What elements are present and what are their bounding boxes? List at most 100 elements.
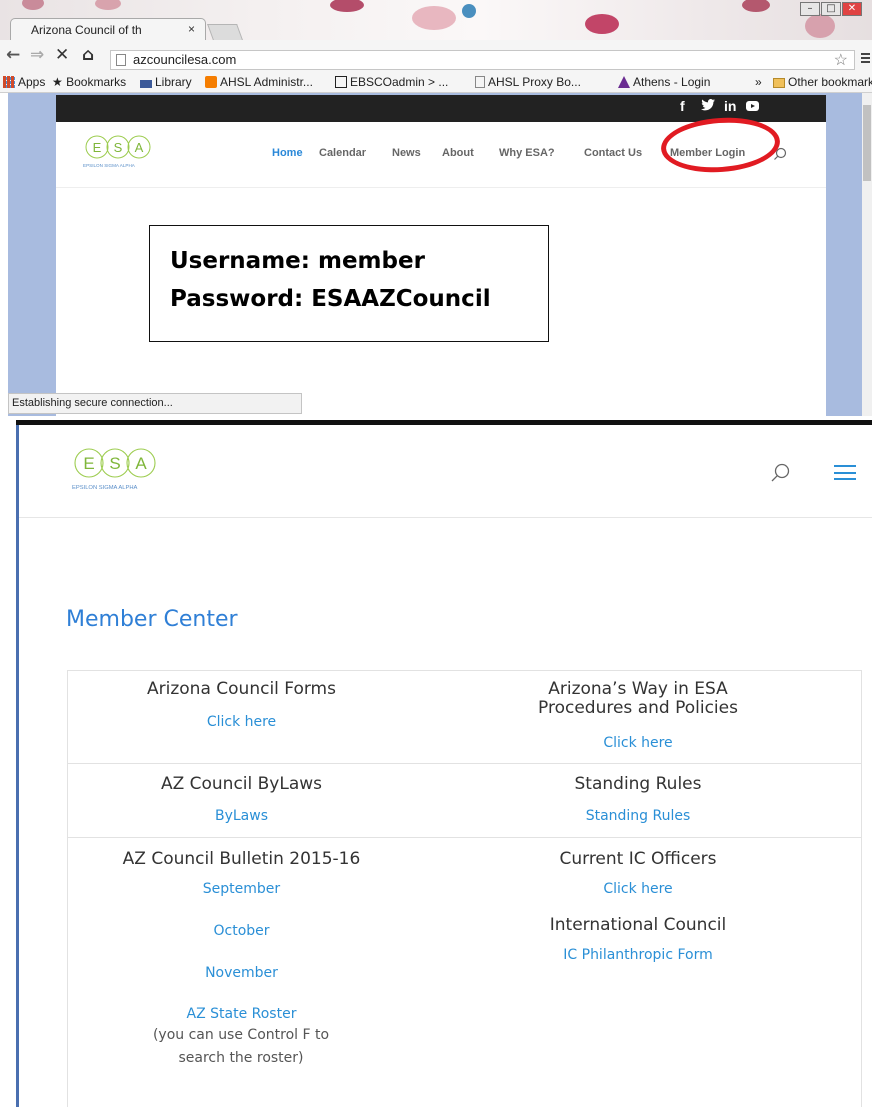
bookmark-bookmarks[interactable]: ★ Bookmarks xyxy=(52,75,126,89)
new-tab-button[interactable] xyxy=(207,24,243,40)
page-icon xyxy=(116,54,126,66)
logo-letter: S xyxy=(109,454,120,473)
bookmark-star-icon[interactable]: ☆ xyxy=(834,50,848,70)
page-title: Member Center xyxy=(66,607,238,632)
philanthropic-form-link[interactable]: IC Philanthropic Form xyxy=(468,947,808,963)
officers-link[interactable]: Click here xyxy=(468,881,808,897)
nav-news[interactable]: News xyxy=(392,147,421,159)
linkedin-icon[interactable]: in xyxy=(724,98,736,114)
bylaws-link[interactable]: ByLaws xyxy=(68,808,415,824)
credentials-box: Username: member Password: ESAAZCouncil xyxy=(149,225,549,342)
bookmark-ahsl-admin[interactable]: AHSL Administr... xyxy=(205,75,313,89)
bookmark-athens[interactable]: Athens - Login xyxy=(618,75,710,89)
toolbar: ← ⇒ ✕ ⌂ azcouncilesa.com ☆ xyxy=(0,40,872,73)
nav-why-esa[interactable]: Why ESA? xyxy=(499,147,555,159)
facebook-icon[interactable]: f xyxy=(680,98,685,114)
forms-heading: Arizona Council Forms xyxy=(147,679,336,699)
ebsco-icon xyxy=(335,76,347,88)
bulletin-november-link[interactable]: November xyxy=(68,965,415,981)
bylaws-heading: AZ Council ByLaws xyxy=(160,774,323,794)
bookmark-label: AHSL Proxy Bo... xyxy=(488,75,581,89)
officers-heading: Current IC Officers xyxy=(559,849,717,869)
bookmark-label: Athens - Login xyxy=(633,75,711,89)
browser-window: Arizona Council of th × – □ ✕ ← ⇒ ✕ ⌂ az… xyxy=(0,0,872,422)
forms-link[interactable]: Click here xyxy=(68,714,415,730)
bookmark-library[interactable]: Library xyxy=(140,75,192,89)
nav-home[interactable]: Home xyxy=(272,147,303,159)
search-icon[interactable] xyxy=(770,463,790,483)
bulletin-september-link[interactable]: September xyxy=(68,881,415,897)
page-scrollbar[interactable] xyxy=(862,93,872,417)
scrollbar-thumb[interactable] xyxy=(863,105,871,181)
logo-caption: EPSILON SIGMA ALPHA xyxy=(72,485,138,491)
bookmark-other[interactable]: Other bookmarks xyxy=(773,75,872,89)
theme-blossom xyxy=(22,0,44,10)
username-text: Username: member xyxy=(170,248,425,274)
tab-close-icon[interactable]: × xyxy=(188,22,195,36)
bookmark-ahsl-proxy[interactable]: AHSL Proxy Bo... xyxy=(475,75,581,89)
mobile-header: E S A EPSILON SIGMA ALPHA xyxy=(19,425,872,518)
row-divider xyxy=(68,763,861,764)
apps-icon xyxy=(3,76,15,88)
nav-contact-us[interactable]: Contact Us xyxy=(584,147,642,159)
tab-title: Arizona Council of th xyxy=(31,23,142,37)
theme-blossom xyxy=(585,14,619,34)
theme-blossom xyxy=(462,4,476,18)
twitter-icon[interactable] xyxy=(701,98,715,114)
tab-strip: Arizona Council of th × – □ ✕ xyxy=(0,0,872,40)
nav-calendar[interactable]: Calendar xyxy=(319,147,366,159)
window-controls: – □ ✕ xyxy=(748,2,866,20)
international-heading: International Council xyxy=(549,915,727,935)
status-bar: Establishing secure connection... xyxy=(8,393,302,414)
ways-link[interactable]: Click here xyxy=(468,735,808,751)
bookmark-label: EBSCOadmin > ... xyxy=(350,75,449,89)
bookmark-apps[interactable]: Apps xyxy=(3,75,45,89)
address-bar[interactable]: azcouncilesa.com ☆ xyxy=(110,50,855,70)
roster-link[interactable]: AZ State Roster xyxy=(68,1006,415,1022)
password-text: Password: ESAAZCouncil xyxy=(170,286,491,312)
bookmark-label: Bookmarks xyxy=(66,75,127,89)
ways-heading: Arizona’s Way in ESA Procedures and Poli… xyxy=(538,679,738,718)
stop-icon[interactable]: ✕ xyxy=(55,45,69,65)
back-icon[interactable]: ← xyxy=(6,45,20,65)
blogger-icon xyxy=(205,76,217,88)
tab-active[interactable]: Arizona Council of th × xyxy=(10,18,206,40)
esa-logo[interactable]: E S A EPSILON SIGMA ALPHA xyxy=(81,133,171,173)
library-icon xyxy=(140,80,152,88)
bookmarks-overflow-icon[interactable]: » xyxy=(755,75,762,89)
rules-heading: Standing Rules xyxy=(574,774,702,794)
page-icon xyxy=(475,76,485,88)
rules-link[interactable]: Standing Rules xyxy=(468,808,808,824)
window-close-icon[interactable]: ✕ xyxy=(842,2,862,16)
star-icon: ★ xyxy=(52,75,67,89)
bookmark-label: Library xyxy=(155,75,192,89)
nav-about[interactable]: About xyxy=(442,147,474,159)
bookmark-ebsco[interactable]: EBSCOadmin > ... xyxy=(335,75,448,89)
bulletin-october-link[interactable]: October xyxy=(68,923,415,939)
roster-note: (you can use Control F to search the ros… xyxy=(152,1027,330,1066)
folder-icon xyxy=(773,78,785,88)
logo-letter: E xyxy=(83,454,94,473)
theme-blossom xyxy=(95,0,121,10)
member-links-table: Arizona Council Forms Click here AZ Coun… xyxy=(67,670,862,1107)
esa-logo[interactable]: E S A EPSILON SIGMA ALPHA xyxy=(70,445,180,495)
bookmark-label: Other bookmarks xyxy=(788,75,872,89)
bulletin-heading: AZ Council Bulletin 2015-16 xyxy=(122,849,361,869)
menu-icon[interactable] xyxy=(861,53,870,63)
home-icon[interactable]: ⌂ xyxy=(82,45,94,65)
member-center-page: E S A EPSILON SIGMA ALPHA Member Center … xyxy=(16,425,872,1107)
logo-letter: E xyxy=(93,140,102,155)
athens-icon xyxy=(618,76,630,88)
bookmark-label: AHSL Administr... xyxy=(220,75,313,89)
url-text: azcouncilesa.com xyxy=(133,52,237,67)
youtube-icon[interactable] xyxy=(746,101,759,111)
minimize-icon[interactable]: – xyxy=(800,2,820,16)
logo-letter: S xyxy=(114,140,123,155)
maximize-icon[interactable]: □ xyxy=(821,2,841,16)
hamburger-menu-icon[interactable] xyxy=(834,465,856,480)
logo-caption: EPSILON SIGMA ALPHA xyxy=(83,163,136,168)
row-divider xyxy=(68,837,861,838)
bookmark-label: Apps xyxy=(18,75,46,89)
theme-blossom xyxy=(412,6,456,30)
forward-icon[interactable]: ⇒ xyxy=(30,45,44,65)
